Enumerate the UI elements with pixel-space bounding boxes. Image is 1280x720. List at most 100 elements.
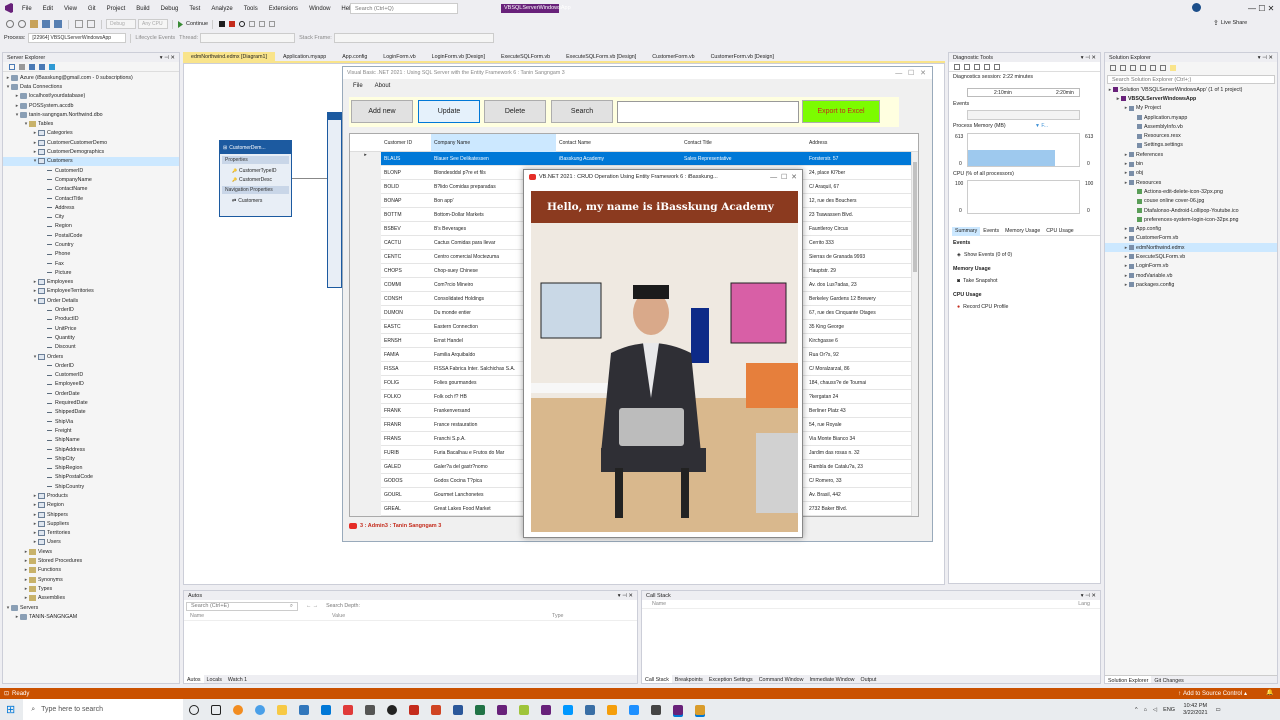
table-cell[interactable]: CONSH: [381, 296, 431, 302]
pause-icon[interactable]: [219, 21, 226, 27]
app-icon-red[interactable]: [343, 704, 354, 715]
row-header[interactable]: [350, 291, 381, 306]
server-tree-item[interactable]: Phone: [3, 250, 179, 259]
server-tree-item[interactable]: Quantity: [3, 333, 179, 342]
server-tree-item[interactable]: OrderID: [3, 305, 179, 314]
server-tree-item[interactable]: OrderID: [3, 361, 179, 370]
tray-arrow-icon[interactable]: ^: [1135, 707, 1138, 713]
nav-arrows-icon[interactable]: ← →: [306, 603, 318, 609]
server-tree-item[interactable]: CustomerID: [3, 166, 179, 175]
add-to-source-control-button[interactable]: ↑ Add to Source Control ▴: [1178, 690, 1247, 698]
autos-pin-icon[interactable]: ▾ ⊣ ✕: [618, 593, 633, 599]
autos-col-type[interactable]: Type: [552, 613, 563, 619]
row-header[interactable]: [350, 207, 381, 222]
table-cell[interactable]: FURIB: [381, 450, 431, 456]
entity-nav-property[interactable]: ⇄ Customers: [220, 196, 291, 205]
row-header[interactable]: [350, 179, 381, 194]
form-menu-about[interactable]: About: [375, 83, 391, 89]
entity-customers-partial[interactable]: [327, 112, 342, 288]
menu-item-extensions[interactable]: Extensions: [269, 6, 298, 12]
action-center-icon[interactable]: ▭: [1216, 707, 1221, 713]
server-tree-item[interactable]: ▾ Data Connections: [3, 82, 179, 91]
table-cell[interactable]: Sales Representative: [681, 156, 806, 162]
table-cell[interactable]: Rua Or?s, 92: [806, 352, 916, 358]
doc-tab[interactable]: App.config: [334, 52, 375, 61]
server-tree-item[interactable]: ▸ Region: [3, 501, 179, 510]
server-tree-item[interactable]: ▸ Products: [3, 491, 179, 500]
visual-studio-icon[interactable]: [497, 704, 508, 715]
table-cell[interactable]: GOURL: [381, 492, 431, 498]
server-tree-item[interactable]: ContactName: [3, 185, 179, 194]
firefox-icon[interactable]: [233, 704, 244, 715]
grid-scrollbar[interactable]: [911, 152, 918, 516]
solution-search-input[interactable]: Search Solution Explorer (Ctrl+;): [1107, 75, 1275, 84]
visual-studio-active-icon[interactable]: [673, 704, 684, 715]
col-contact-name[interactable]: Contact Name: [556, 140, 681, 146]
table-cell[interactable]: BOLID: [381, 184, 431, 190]
entity-property[interactable]: 🔑 CustomerTypeID: [220, 166, 291, 175]
table-cell[interactable]: FAMIA: [381, 352, 431, 358]
table-cell[interactable]: Berliner Platz 43: [806, 408, 916, 414]
table-cell[interactable]: 24, place Kl?ber: [806, 170, 916, 176]
server-tree-item[interactable]: Address: [3, 203, 179, 212]
solution-tree-item[interactable]: ▸ Resources: [1105, 178, 1277, 187]
server-tree-item[interactable]: CustomerID: [3, 371, 179, 380]
doc-tab[interactable]: ExecuteSQLForm.vb [Design]: [558, 52, 644, 61]
menu-item-git[interactable]: Git: [88, 6, 96, 12]
table-row[interactable]: ▸ BLAUS Blauer See Delikatessen iBasskung A…: [350, 151, 918, 166]
diag-tab-memory-usage[interactable]: Memory Usage: [1002, 227, 1043, 236]
redo-icon[interactable]: [87, 20, 95, 28]
process-select[interactable]: [22964] VBSQLServerWindowsApp: [28, 33, 127, 43]
server-tree-item[interactable]: ProductID: [3, 315, 179, 324]
autos-search-input[interactable]: Search (Ctrl+E) ⌕: [186, 601, 298, 611]
server-tree-item[interactable]: ▸ Shippers: [3, 510, 179, 519]
lifecycle-events-label[interactable]: Lifecycle Events: [135, 35, 175, 41]
row-header[interactable]: [350, 347, 381, 362]
select-tools-icon[interactable]: [964, 63, 970, 70]
row-header[interactable]: [350, 431, 381, 446]
step-over-icon[interactable]: [259, 21, 266, 27]
row-header[interactable]: [350, 165, 381, 180]
doc-tab[interactable]: LoginForm.vb [Design]: [424, 52, 493, 61]
table-cell[interactable]: Berkeley Gardens 12 Brewery: [806, 296, 916, 302]
table-cell[interactable]: 184, chauss?e de Tournai: [806, 380, 916, 386]
row-header[interactable]: [350, 403, 381, 418]
solution-tree-item[interactable]: Dtafalonso-Android-Lollipop-Youtube.ico: [1105, 206, 1277, 215]
show-events-link[interactable]: ◈ Show Events (0 of 0): [957, 252, 1012, 258]
menu-item-window[interactable]: Window: [309, 6, 330, 12]
diag-timeline[interactable]: 2:10min 2:20min: [967, 88, 1080, 97]
server-tree-item[interactable]: ▸ EmployeeTerritories: [3, 287, 179, 296]
call-stack-pin-icon[interactable]: ▾ ⊣ ✕: [1081, 593, 1096, 599]
solution-tree-item[interactable]: Application.myapp: [1105, 113, 1277, 122]
notepadpp-icon[interactable]: [519, 704, 530, 715]
server-tree-item[interactable]: ShipCity: [3, 454, 179, 463]
table-cell[interactable]: Jardim das rosas n. 32: [806, 450, 916, 456]
visual-studio-2-icon[interactable]: [541, 704, 552, 715]
app-icon-dark[interactable]: [387, 704, 398, 715]
server-tree-item[interactable]: ▸ TANIN-SANGNGAM: [3, 612, 179, 621]
server-tree-item[interactable]: EmployeeID: [3, 380, 179, 389]
tab-output[interactable]: Output: [858, 675, 880, 683]
stack-frame-select[interactable]: [333, 33, 494, 43]
ide-search-input[interactable]: Search (Ctrl+Q): [350, 3, 458, 14]
table-cell[interactable]: Rambla de Catalu?a, 23: [806, 464, 916, 470]
solution-tree-item[interactable]: ▸ Solution 'VBSQLServerWindowsApp' (1 of …: [1105, 85, 1277, 94]
server-tree-item[interactable]: PostalCode: [3, 231, 179, 240]
update-button[interactable]: Update: [418, 100, 480, 123]
table-cell[interactable]: C/ Araquil, 67: [806, 184, 916, 190]
menu-item-view[interactable]: View: [64, 6, 77, 12]
undo-icon[interactable]: [75, 20, 83, 28]
row-header[interactable]: [350, 319, 381, 334]
window-controls[interactable]: — ☐ ✕: [1248, 4, 1274, 13]
collapse-all-icon[interactable]: [1150, 65, 1156, 71]
row-selector-arrow-icon[interactable]: ▸: [350, 151, 381, 166]
server-tree-item[interactable]: ▸ Territories: [3, 529, 179, 538]
server-tree-item[interactable]: ▸ Assemblies: [3, 594, 179, 603]
take-snapshot-button[interactable]: ◙ Take Snapshot: [957, 278, 997, 284]
solution-pin-icon[interactable]: ▾ ⊣ ✕: [1258, 55, 1273, 61]
config-select[interactable]: Debug: [106, 19, 136, 29]
solution-tree-item[interactable]: ▸ bin: [1105, 159, 1277, 168]
table-cell[interactable]: 35 King George: [806, 324, 916, 330]
server-tree-item[interactable]: Picture: [3, 268, 179, 277]
server-tree-item[interactable]: ▸ Azure (iBasskung@gmail.com - 0 subscrip…: [3, 73, 179, 82]
